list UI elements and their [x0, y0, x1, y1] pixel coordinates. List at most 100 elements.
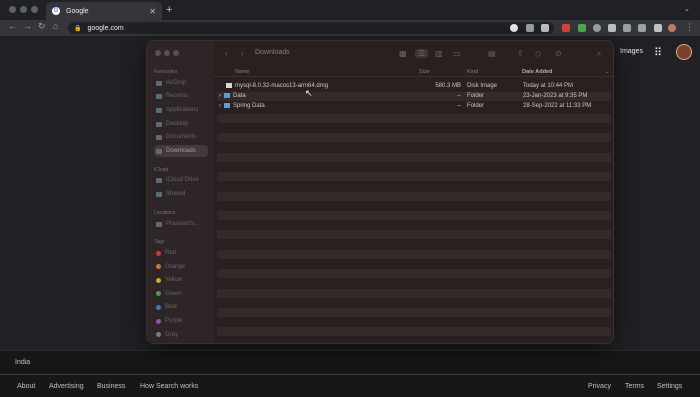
tag-icon[interactable]: ◇ [535, 49, 541, 58]
side-panel-icon[interactable] [654, 24, 662, 32]
file-row[interactable]: › Data -- Folder 23-Jan-2023 at 9:35 PM [217, 92, 611, 101]
finder-forward-button[interactable]: › [241, 49, 244, 58]
sidebar-tag-orange[interactable]: Orange [154, 261, 208, 273]
new-tab-button[interactable]: + [166, 4, 172, 16]
back-button[interactable]: ← [8, 21, 17, 31]
sidebar-item-icloud-drive[interactable]: iCloud Drive [154, 174, 208, 186]
reading-list-icon[interactable] [638, 24, 646, 32]
file-size: -- [457, 93, 461, 99]
empty-row [217, 249, 611, 259]
sort-chevron-icon[interactable]: ⌄ [605, 69, 610, 75]
sidebar-item-recents[interactable]: Recents [154, 90, 208, 102]
account-avatar[interactable] [676, 44, 692, 60]
footer-link-business[interactable]: Business [97, 383, 125, 390]
footer-link-settings[interactable]: Settings [657, 383, 682, 390]
column-header-size[interactable]: Size [419, 69, 430, 75]
sidebar-tag-green[interactable]: Green [154, 288, 208, 300]
reload-button[interactable]: ↻ [38, 21, 46, 32]
profile-avatar[interactable] [668, 24, 676, 32]
sidebar-item-label: Downloads [166, 148, 196, 154]
file-date-added: 23-Jan-2023 at 9:35 PM [523, 93, 588, 99]
sidebar-item-computer[interactable]: Prashant's... [154, 218, 208, 230]
empty-row [217, 288, 611, 298]
extension-icon[interactable] [593, 24, 601, 32]
sidebar-tag-blue[interactable]: Blue [154, 301, 208, 313]
column-header-kind[interactable]: Kind [467, 69, 478, 75]
footer-link-how-search-works[interactable]: How Search works [140, 383, 198, 390]
adblock-extension-icon[interactable] [562, 24, 570, 32]
file-row[interactable]: mysql-8.0.32-macos13-arm64.dmg 580.3 MB Di… [217, 82, 611, 91]
sidebar-item-label: AirDrop [166, 80, 187, 86]
sidebar-item-downloads[interactable]: Downloads [154, 145, 208, 157]
tab-google[interactable]: G Google ✕ [46, 2, 162, 20]
finder-back-button[interactable]: ‹ [225, 49, 228, 58]
sidebar-tag-gray[interactable]: Gray [154, 329, 208, 341]
empty-row [217, 114, 611, 123]
browser-menu-button[interactable]: ⋮ [685, 22, 694, 33]
document-icon [156, 134, 162, 140]
finder-zoom-button[interactable] [173, 50, 179, 56]
sidebar-header-favourites: Favourites [154, 69, 178, 75]
disclosure-chevron-icon[interactable]: › [219, 103, 221, 109]
tab-search-button[interactable]: ⌄ [684, 5, 690, 13]
more-actions-icon[interactable]: ⊙ [555, 49, 562, 58]
sidebar-tag-red[interactable]: Red [154, 247, 208, 259]
footer-link-about[interactable]: About [17, 383, 35, 390]
sidebar-item-airdrop[interactable]: AirDrop [154, 77, 208, 89]
mouse-cursor-icon: ↖ [305, 88, 313, 98]
address-bar[interactable]: 🔒 google.com [68, 22, 554, 34]
lock-icon[interactable]: 🔒 [74, 25, 81, 32]
sidebar-item-label: Applications [166, 107, 199, 113]
gallery-view-icon[interactable]: ▭ [453, 49, 461, 58]
tab-close-icon[interactable]: ✕ [149, 7, 156, 16]
share-icon[interactable]: ⇪ [517, 49, 524, 58]
file-name: Spring Data [233, 103, 265, 110]
sidebar-item-shared[interactable]: Shared [154, 188, 208, 200]
column-header-name[interactable]: Name [235, 69, 250, 75]
sidebar-item-desktop[interactable]: Desktop [154, 118, 208, 130]
images-link[interactable]: Images [620, 48, 643, 55]
empty-row [217, 230, 611, 240]
home-button[interactable]: ⌂ [53, 21, 58, 31]
empty-row [217, 172, 611, 182]
sidebar-item-label: Blue [165, 304, 178, 311]
footer-link-privacy[interactable]: Privacy [588, 383, 611, 390]
sidebar-item-label: Prashant's... [166, 221, 200, 227]
disk-image-icon [226, 83, 232, 88]
disclosure-chevron-icon[interactable]: › [219, 93, 221, 99]
minimize-window-button[interactable] [20, 6, 27, 13]
icon-view-icon[interactable]: ▦ [399, 49, 407, 58]
column-header-date-added[interactable]: Date Added [522, 69, 552, 75]
finder-minimize-button[interactable] [164, 50, 170, 56]
close-window-button[interactable] [9, 6, 16, 13]
finder-close-button[interactable] [155, 50, 161, 56]
group-by-icon[interactable]: ▤ [488, 49, 496, 58]
file-row[interactable]: › Spring Data -- Folder 28-Sep-2022 at 11:33… [217, 102, 611, 111]
share-icon[interactable] [526, 24, 534, 32]
search-icon[interactable]: ⌕ [597, 49, 601, 59]
zoom-window-button[interactable] [31, 6, 38, 13]
file-size: -- [457, 103, 461, 109]
apps-grid-icon[interactable]: ⠿ [654, 46, 662, 59]
sidebar-item-documents[interactable]: Documents [154, 131, 208, 143]
extension-icon[interactable] [578, 24, 586, 32]
tab-title: Google [66, 7, 89, 15]
extension-icon[interactable] [608, 24, 616, 32]
tag-color-dot-icon [156, 250, 161, 256]
google-lens-icon[interactable] [510, 24, 518, 32]
sidebar-item-label: Gray [165, 331, 179, 338]
sidebar-tag-yellow[interactable]: Yellow [154, 274, 208, 286]
forward-button[interactable]: → [23, 21, 32, 31]
footer-link-advertising[interactable]: Advertising [49, 383, 84, 390]
list-view-icon[interactable]: ☰ [415, 49, 429, 58]
sidebar-tag-purple[interactable]: Purple [154, 315, 208, 327]
shared-folder-icon [156, 191, 162, 197]
sidebar-item-applications[interactable]: Applications [154, 104, 208, 116]
footer-link-terms[interactable]: Terms [625, 383, 644, 390]
desktop-icon [156, 121, 162, 127]
file-kind: Folder [467, 93, 485, 99]
column-view-icon[interactable]: ▥ [435, 49, 443, 58]
file-name-cell: › Data [219, 93, 246, 99]
bookmark-star-icon[interactable] [541, 24, 549, 32]
extensions-puzzle-icon[interactable] [623, 24, 631, 32]
